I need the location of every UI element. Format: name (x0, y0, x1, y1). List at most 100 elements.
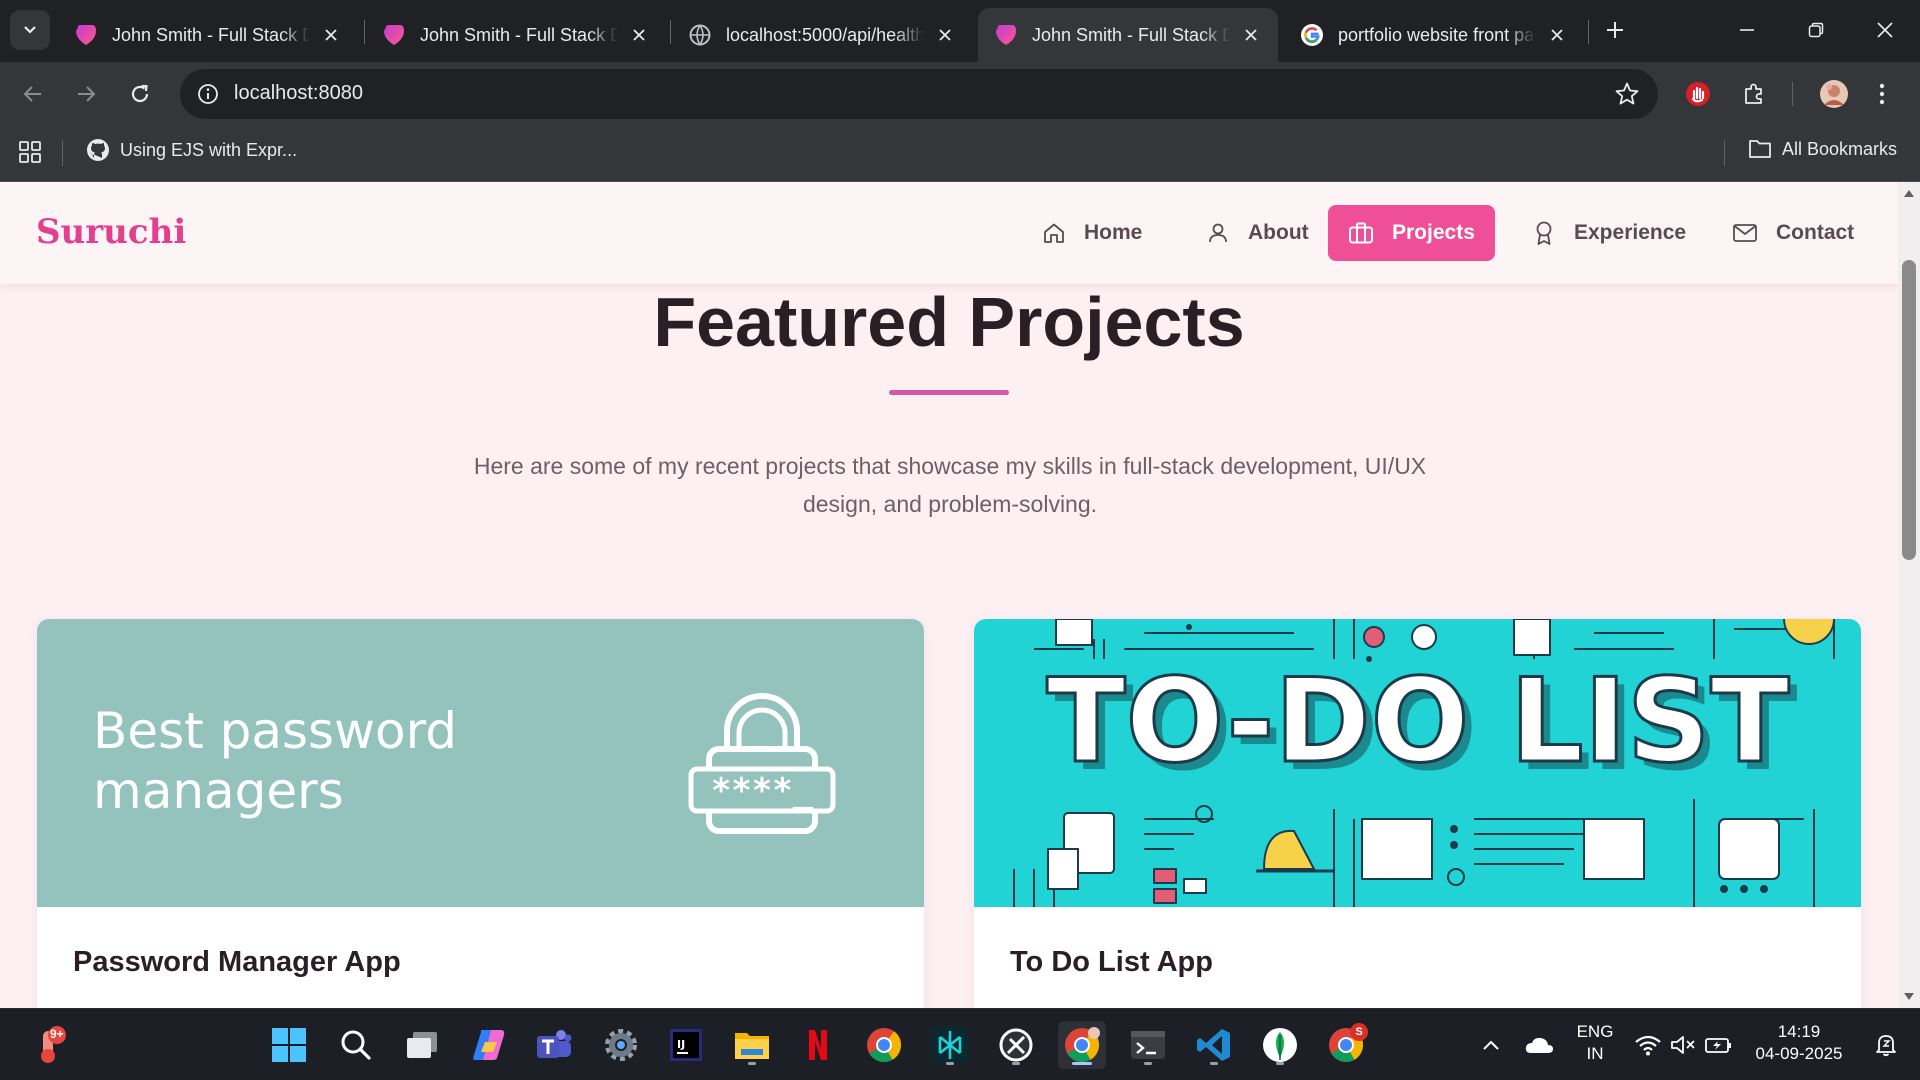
restore-button[interactable] (1793, 8, 1839, 52)
bookmark-star-icon[interactable] (1614, 81, 1640, 107)
teams-button[interactable] (530, 1021, 578, 1069)
task-view-icon (407, 1032, 437, 1058)
extensions-menu-button[interactable] (1734, 74, 1774, 114)
mongodb-compass-button[interactable] (1256, 1021, 1304, 1069)
award-icon (1536, 221, 1552, 245)
back-button[interactable] (13, 74, 53, 114)
settings-button[interactable] (597, 1021, 645, 1069)
weather-widget[interactable]: 9+ (26, 1021, 74, 1069)
task-view-button[interactable] (398, 1021, 446, 1069)
section-title: Featured Projects (653, 283, 1245, 361)
project-card[interactable]: TO-DO LIST TO-DO LIST To Do List App (974, 619, 1861, 1008)
arrow-right-icon (78, 86, 96, 102)
browser-tab[interactable]: portfolio website front page (1284, 8, 1584, 62)
forward-button[interactable] (66, 74, 106, 114)
bookmark-item[interactable]: Using EJS with Expr... (86, 138, 297, 162)
tab-title: localhost:5000/api/health (726, 24, 924, 45)
onedrive-button[interactable] (1514, 1021, 1564, 1069)
running-indicator (1072, 1062, 1092, 1065)
project-title: To Do List App (1010, 946, 1213, 978)
new-tab-button[interactable] (1597, 12, 1633, 48)
wifi-icon (1635, 1035, 1661, 1056)
netflix-button[interactable] (794, 1021, 842, 1069)
close-icon[interactable] (1546, 24, 1568, 46)
close-icon[interactable] (1240, 24, 1262, 46)
tab-search-button[interactable] (10, 10, 50, 50)
vscode-button[interactable] (1190, 1021, 1238, 1069)
reload-button[interactable] (120, 74, 160, 114)
project-card[interactable]: Best password managers ****_ Password Ma… (37, 619, 924, 1008)
search-icon (341, 1030, 371, 1060)
site-navbar: Suruchi Home About Projects Experience C… (0, 182, 1898, 284)
todo-illustration: TO-DO LIST TO-DO LIST (1013, 619, 1835, 907)
chrome-icon (1065, 1027, 1100, 1062)
gear-icon (605, 1029, 637, 1061)
terminal-icon (1131, 1031, 1165, 1059)
nav-label: Home (1084, 221, 1143, 244)
project-image: Best password managers ****_ (37, 619, 924, 907)
browser-tab-active[interactable]: John Smith - Full Stack Developer (978, 8, 1278, 62)
clock[interactable]: 14:19 04-09-2025 (1752, 1021, 1846, 1065)
address-text: localhost:8080 (234, 82, 363, 104)
chrome-menu-button[interactable] (1862, 74, 1902, 114)
language-indicator[interactable]: ENG IN (1572, 1021, 1618, 1065)
nav-label: Projects (1392, 221, 1475, 244)
netflix-icon (809, 1030, 827, 1060)
site-info-icon[interactable] (196, 82, 220, 106)
notifications-button[interactable] (1866, 1021, 1906, 1069)
browser-tab[interactable]: John Smith - Full Stack Developer (58, 8, 358, 62)
chrome-profile-button[interactable] (1058, 1021, 1106, 1069)
project-image: TO-DO LIST TO-DO LIST (974, 619, 1861, 907)
github-icon (87, 139, 109, 161)
nav-projects[interactable]: Projects (1328, 205, 1495, 261)
chrome-secondary-button[interactable]: S (1322, 1021, 1370, 1069)
all-bookmarks-button[interactable]: All Bookmarks (1748, 138, 1897, 160)
perplexity-button[interactable] (926, 1021, 974, 1069)
terminal-button[interactable] (1124, 1021, 1172, 1069)
close-icon[interactable] (934, 24, 956, 46)
chevron-down-icon (24, 26, 36, 34)
cloud-icon (1525, 1037, 1553, 1053)
close-icon[interactable] (628, 24, 650, 46)
chrome-button[interactable] (860, 1021, 908, 1069)
nav-experience[interactable]: Experience (1512, 205, 1706, 261)
intellij-icon: IJ (670, 1029, 702, 1061)
svg-text:TO-DO LIST: TO-DO LIST (1046, 654, 1789, 789)
intellij-button[interactable]: IJ (662, 1021, 710, 1069)
scrollbar-thumb[interactable] (1902, 260, 1916, 560)
profile-button[interactable] (1814, 74, 1854, 114)
address-bar[interactable]: localhost:8080 (180, 69, 1658, 119)
scroll-down-icon[interactable] (1903, 992, 1915, 1002)
nav-home[interactable]: Home (1022, 205, 1162, 261)
site-logo[interactable]: Suruchi (36, 212, 186, 252)
file-explorer-button[interactable] (728, 1021, 776, 1069)
nav-about[interactable]: About (1186, 205, 1329, 261)
mail-icon (1733, 224, 1757, 242)
quick-settings-button[interactable] (1628, 1021, 1738, 1069)
snipping-tool-button[interactable] (992, 1021, 1040, 1069)
restore-icon (1808, 22, 1824, 38)
vscode-icon (1197, 1029, 1230, 1061)
close-icon[interactable] (320, 24, 342, 46)
google-icon (1301, 24, 1323, 46)
page-scrollbar[interactable] (1898, 182, 1920, 1008)
nav-label: Contact (1776, 221, 1855, 244)
copilot-button[interactable] (465, 1021, 513, 1069)
image-caption: Best password managers (93, 702, 457, 820)
padlock-icon: ****_ (688, 693, 836, 834)
plus-icon (1607, 22, 1623, 38)
minimize-button[interactable] (1724, 8, 1770, 52)
close-window-button[interactable] (1862, 8, 1908, 52)
apps-grid-icon[interactable] (18, 140, 42, 164)
windows-icon (272, 1028, 306, 1062)
perplexity-icon (932, 1027, 968, 1063)
browser-tab[interactable]: localhost:5000/api/health (672, 8, 972, 62)
show-hidden-icons-button[interactable] (1466, 1021, 1516, 1069)
globe-icon (689, 24, 711, 46)
extension-button[interactable] (1678, 74, 1718, 114)
search-button[interactable] (332, 1021, 380, 1069)
scroll-up-icon[interactable] (1903, 188, 1915, 198)
browser-tab[interactable]: John Smith - Full Stack Developer (366, 8, 666, 62)
nav-contact[interactable]: Contact (1712, 205, 1874, 261)
start-button[interactable] (265, 1021, 313, 1069)
